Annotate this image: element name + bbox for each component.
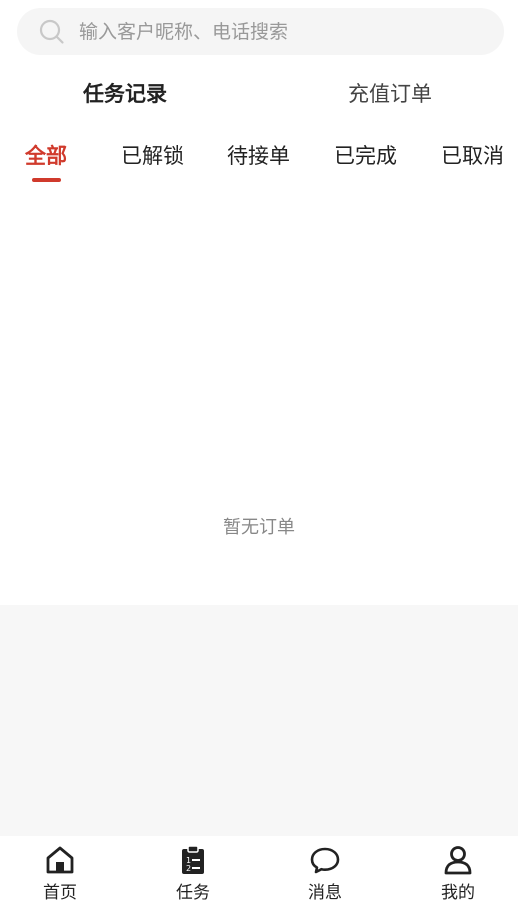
status-filter-tabs: 全部 已解锁 待接单 已完成 已取消 [0, 132, 518, 188]
order-page: 任务记录 充值订单 全部 已解锁 待接单 已完成 已取消 暂无订单 首页 1 [0, 0, 518, 902]
nav-label-messages: 消息 [308, 883, 342, 902]
nav-label-home: 首页 [43, 883, 77, 902]
nav-label-tasks: 任务 [176, 883, 210, 902]
nav-item-tasks[interactable]: 1 2 任务 [128, 836, 258, 902]
nav-item-home[interactable]: 首页 [0, 836, 125, 902]
filter-tab-cancelled[interactable]: 已取消 [441, 132, 504, 180]
bottom-nav: 首页 1 2 任务 消息 我的 [0, 836, 518, 902]
filter-tab-pending[interactable]: 待接单 [227, 132, 290, 180]
nav-label-profile: 我的 [441, 883, 475, 902]
tab-recharge-orders[interactable]: 充值订单 [348, 70, 432, 118]
tab-task-records[interactable]: 任务记录 [83, 70, 167, 118]
search-bar[interactable] [17, 8, 504, 55]
filter-tab-all[interactable]: 全部 [25, 132, 67, 180]
user-icon [444, 846, 472, 875]
search-input[interactable] [79, 8, 479, 55]
filter-tab-completed[interactable]: 已完成 [334, 132, 397, 180]
active-tab-indicator [32, 178, 61, 182]
main-tabs: 任务记录 充值订单 [0, 70, 518, 118]
chat-bubble-icon [310, 847, 340, 874]
content-background [0, 605, 518, 842]
svg-text:2: 2 [186, 864, 191, 873]
home-icon [46, 846, 74, 874]
search-icon [39, 19, 64, 44]
nav-item-profile[interactable]: 我的 [393, 836, 518, 902]
order-list-empty: 暂无订单 [0, 190, 518, 605]
clipboard-icon: 1 2 [182, 845, 204, 874]
empty-message: 暂无订单 [223, 517, 295, 538]
nav-item-messages[interactable]: 消息 [260, 836, 390, 902]
filter-tab-unlocked[interactable]: 已解锁 [121, 132, 184, 180]
